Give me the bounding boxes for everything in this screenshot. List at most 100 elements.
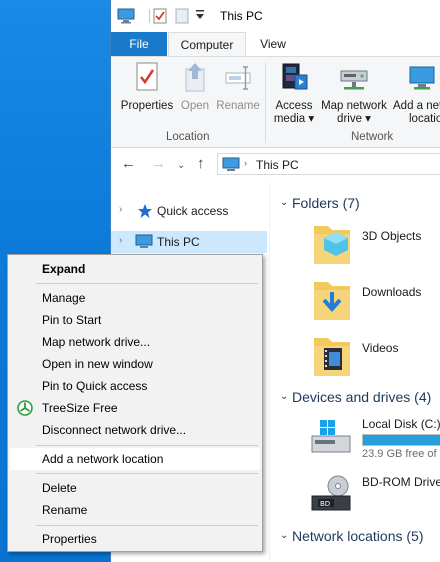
properties-label: Properties: [120, 100, 174, 112]
drive-free-space: 23.9 GB free of: [362, 448, 437, 460]
menu-label-pin-to-quick-access: Pin to Quick access: [42, 379, 148, 393]
network-drive-icon: [338, 70, 370, 96]
access-media-icon: [279, 63, 309, 96]
bd-rom-drive-icon: BD: [310, 474, 354, 521]
collapse-chevron-icon[interactable]: ⌄: [280, 197, 288, 208]
menu-item-disconnect-network-drive[interactable]: Disconnect network drive...: [10, 419, 260, 441]
up-arrow-icon[interactable]: ↑: [197, 156, 205, 172]
menu-label-properties: Properties: [42, 532, 97, 546]
ribbon: Properties Open Rename Location Access m…: [111, 56, 440, 148]
section-header-network[interactable]: ⌄ Network locations (5): [276, 527, 440, 547]
menu-label-delete: Delete: [42, 481, 77, 495]
drive-bd-rom[interactable]: BD BD-ROM Drive: [310, 472, 440, 522]
recent-locations-chevron-icon[interactable]: ⌄: [177, 158, 185, 174]
add-network-location-line1: Add a netw: [393, 100, 440, 112]
address-chevron-icon[interactable]: ›: [244, 158, 247, 168]
tree-item-this-pc[interactable]: › This PC: [111, 231, 267, 253]
context-menu: Expand Manage Pin to Start Map network d…: [7, 254, 263, 552]
content-pane: ⌄ Folders (7) 3D Objects Downloads Video…: [270, 182, 440, 562]
menu-separator: [36, 525, 258, 526]
tree-item-quick-access[interactable]: › Quick access: [111, 200, 267, 222]
devices-header-text: Devices and drives (4): [292, 389, 432, 405]
menu-item-treesize-free[interactable]: TreeSize Free: [10, 397, 260, 419]
menu-item-open-in-new-window[interactable]: Open in new window: [10, 353, 260, 375]
map-network-drive-line2: drive ▾: [337, 113, 371, 125]
map-network-drive-button[interactable]: Map network drive ▾: [317, 61, 391, 126]
drive-local-disk-c[interactable]: Local Disk (C:) 23.9 GB free of: [310, 414, 440, 464]
title-bar: This PC: [111, 0, 440, 32]
customize-qat-icon[interactable]: [195, 9, 205, 24]
address-bar[interactable]: › This PC: [217, 153, 440, 175]
menu-item-manage[interactable]: Manage: [10, 287, 260, 309]
menu-item-add-network-location[interactable]: Add a network location: [10, 448, 260, 470]
menu-separator: [36, 473, 258, 474]
drive-usage-bar: [362, 434, 440, 446]
folder-3d-objects[interactable]: 3D Objects: [310, 220, 440, 270]
rename-label: Rename: [216, 100, 260, 112]
drive-label-bd-rom: BD-ROM Drive: [362, 475, 440, 489]
collapse-chevron-icon[interactable]: ⌄: [280, 530, 288, 541]
forward-arrow-icon[interactable]: →: [151, 156, 166, 172]
access-media-button[interactable]: Access media ▾: [271, 61, 317, 126]
computer-icon[interactable]: [117, 8, 135, 27]
menu-item-rename[interactable]: Rename: [10, 499, 260, 521]
tab-view[interactable]: View: [246, 32, 300, 56]
menu-item-map-network-drive[interactable]: Map network drive...: [10, 331, 260, 353]
menu-item-pin-to-quick-access[interactable]: Pin to Quick access: [10, 375, 260, 397]
map-network-drive-label: Map network drive ▾: [317, 100, 391, 126]
back-arrow-icon[interactable]: ←: [121, 156, 136, 172]
properties-button[interactable]: Properties: [115, 61, 179, 113]
menu-separator: [36, 283, 258, 284]
network-location-icon: [393, 61, 440, 97]
expand-chevron-icon[interactable]: ›: [119, 204, 122, 215]
treesize-icon: [17, 400, 33, 419]
address-computer-icon: [222, 157, 240, 175]
folder-label-downloads: Downloads: [362, 285, 422, 299]
rename-icon: [224, 66, 252, 96]
menu-item-properties[interactable]: Properties: [10, 528, 260, 550]
drive-label-local-disk: Local Disk (C:): [362, 417, 440, 431]
folder-label-3d-objects: 3D Objects: [362, 229, 422, 243]
tab-file[interactable]: File: [111, 32, 167, 56]
collapse-chevron-icon[interactable]: ⌄: [280, 391, 288, 402]
menu-label-disconnect-network-drive: Disconnect network drive...: [42, 423, 187, 437]
menu-label-pin-to-start: Pin to Start: [42, 313, 102, 327]
folder-label-videos: Videos: [362, 341, 399, 355]
star-icon: [137, 203, 153, 222]
new-folder-icon[interactable]: [175, 8, 189, 27]
computer-icon: [135, 234, 153, 252]
menu-label-manage: Manage: [42, 291, 86, 305]
access-media-line1: Access: [275, 100, 313, 112]
folder-downloads[interactable]: Downloads: [310, 276, 440, 326]
address-path: This PC: [256, 158, 299, 172]
properties-check-icon[interactable]: [153, 8, 167, 27]
open-button[interactable]: Open: [177, 61, 213, 113]
add-network-location-button[interactable]: Add a netw location: [393, 61, 440, 126]
window-title: This PC: [220, 9, 263, 23]
menu-item-pin-to-start[interactable]: Pin to Start: [10, 309, 260, 331]
expand-chevron-icon[interactable]: ›: [119, 235, 122, 246]
open-icon: [182, 63, 208, 96]
navigation-bar: ← → ⌄ ↑ › This PC: [111, 148, 440, 182]
3d-objects-folder-icon: [310, 220, 354, 271]
svg-text:BD: BD: [320, 500, 330, 508]
tree-label-this-pc: This PC: [157, 235, 200, 249]
add-network-location-line2: location: [409, 113, 440, 125]
folder-videos[interactable]: Videos: [310, 332, 440, 382]
section-header-devices[interactable]: ⌄ Devices and drives (4): [276, 388, 440, 408]
menu-item-expand[interactable]: Expand: [10, 258, 260, 280]
menu-label-treesize-free: TreeSize Free: [42, 401, 118, 415]
access-media-line2: media ▾: [273, 113, 315, 125]
properties-icon: [134, 62, 160, 96]
map-network-drive-line1: Map network: [321, 100, 387, 112]
menu-separator: [36, 445, 258, 446]
network-header-text: Network locations (5): [292, 528, 424, 544]
tree-label-quick-access: Quick access: [157, 204, 229, 218]
menu-item-delete[interactable]: Delete: [10, 477, 260, 499]
section-header-folders[interactable]: ⌄ Folders (7): [276, 194, 440, 214]
tab-computer[interactable]: Computer: [168, 32, 246, 56]
menu-label-open-in-new-window: Open in new window: [42, 357, 153, 371]
menu-label-expand: Expand: [42, 262, 86, 276]
drive-usage-fill: [363, 435, 440, 445]
rename-button[interactable]: Rename: [215, 61, 261, 113]
